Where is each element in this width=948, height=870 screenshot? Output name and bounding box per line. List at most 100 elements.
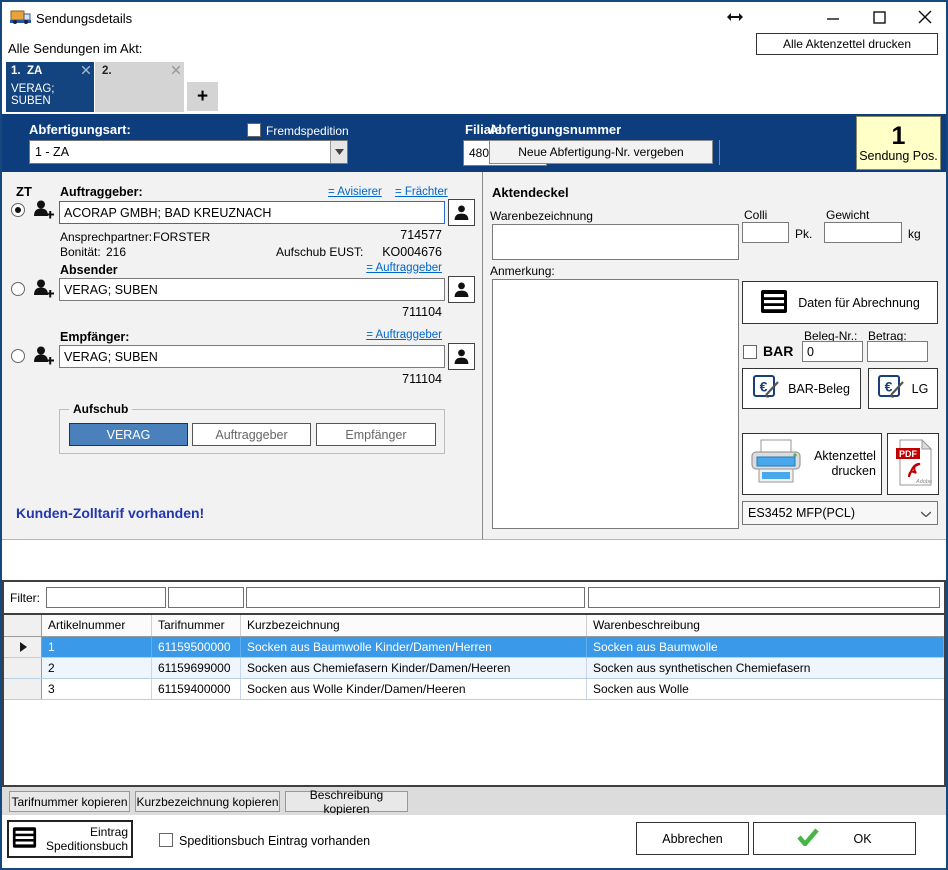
maximize-icon[interactable]	[866, 7, 892, 27]
betrag-input[interactable]	[867, 341, 928, 362]
filter-input-1[interactable]	[46, 587, 166, 608]
colli-input[interactable]	[742, 222, 789, 243]
cell-tarifnummer: 61159500000	[152, 637, 241, 657]
tab-1-close-icon[interactable]	[82, 65, 90, 77]
chevron-down-icon	[921, 506, 937, 520]
empfaenger-input[interactable]	[59, 345, 445, 368]
sendung-pos-label: Sendung Pos.	[859, 149, 938, 163]
column-header-warenbeschreibung[interactable]: Warenbeschreibung	[587, 615, 944, 636]
abbrechen-button[interactable]: Abbrechen	[636, 822, 749, 855]
title-bar: Sendungsdetails	[2, 2, 946, 32]
cell-warenbeschreibung: Socken aus synthetischen Chemiefasern	[587, 658, 944, 678]
abfertigung-toolbar: Abfertigungsart: 1 - ZA Fremdspedition F…	[2, 114, 946, 172]
filter-label: Filter:	[4, 591, 46, 605]
gewicht-label: Gewicht	[826, 208, 869, 222]
aufschub-label: Aufschub	[69, 402, 132, 416]
svg-text:Adobe: Adobe	[915, 479, 932, 485]
tab-1-line2: VERAG;	[11, 83, 94, 95]
gewicht-input[interactable]	[824, 222, 902, 243]
add-contact-icon[interactable]	[32, 277, 55, 303]
column-header-artikelnummer[interactable]: Artikelnummer	[42, 615, 152, 636]
close-icon[interactable]	[912, 7, 938, 27]
dropdown-arrow-icon[interactable]	[330, 141, 347, 163]
toolbar-separator	[719, 140, 720, 165]
kunden-zolltarif-note: Kunden-Zolltarif vorhanden!	[16, 505, 204, 521]
abfertigungsart-label: Abfertigungsart:	[29, 122, 131, 137]
pdf-export-button[interactable]: PDF Adobe	[887, 433, 939, 495]
abfertigungsart-select[interactable]: 1 - ZA	[29, 140, 348, 164]
row-marker-cell	[4, 658, 42, 678]
add-tab-button[interactable]: +	[187, 82, 218, 111]
aufschub-verag-button[interactable]: VERAG	[69, 423, 188, 446]
tab-1-line3: SUBEN	[11, 95, 94, 107]
add-contact-icon[interactable]	[32, 198, 55, 224]
column-header-tarifnummer[interactable]: Tarifnummer	[152, 615, 241, 636]
auftraggeber-input[interactable]	[59, 201, 445, 224]
ok-label: OK	[853, 832, 871, 846]
warenbezeichnung-textarea[interactable]	[492, 224, 739, 260]
empfaenger-auftraggeber-link[interactable]: = Auftraggeber	[366, 329, 442, 341]
eintrag-speditionsbuch-button[interactable]: Eintrag Speditionsbuch	[7, 820, 133, 858]
tab-sendung-2[interactable]: 2.	[95, 62, 184, 112]
absender-label: Absender	[60, 263, 118, 277]
daten-fuer-abrechnung-button[interactable]: Daten für Abrechnung	[742, 281, 938, 324]
fraechter-link[interactable]: = Frächter	[395, 186, 448, 198]
absender-auftraggeber-link[interactable]: = Auftraggeber	[366, 262, 442, 274]
tab-2-close-icon[interactable]	[172, 65, 180, 77]
speditionsbuch-checkbox[interactable]	[159, 833, 173, 847]
table-row[interactable]: 3 61159400000 Socken aus Wolle Kinder/Da…	[4, 679, 944, 700]
aufschub-empfaenger-button[interactable]: Empfänger	[316, 423, 436, 446]
printer-icon	[748, 438, 806, 491]
filter-input-3[interactable]	[246, 587, 585, 608]
cell-artikelnummer: 3	[42, 679, 152, 699]
ansprechpartner-value: FORSTER	[153, 230, 210, 244]
printer-select[interactable]: ES3452 MFP(PCL)	[742, 501, 938, 525]
minimize-icon[interactable]	[820, 7, 846, 27]
neue-abfertigungsnummer-button[interactable]: Neue Abfertigung-Nr. vergeben	[489, 140, 713, 164]
ok-button[interactable]: OK	[753, 822, 916, 855]
fremdspedition-checkbox[interactable]	[247, 123, 261, 137]
kurzbezeichnung-kopieren-button[interactable]: Kurzbezeichnung kopieren	[135, 791, 280, 812]
filter-input-2[interactable]	[168, 587, 244, 608]
resize-arrows-icon[interactable]	[722, 7, 748, 27]
filter-input-4[interactable]	[588, 587, 940, 608]
cell-warenbeschreibung: Socken aus Wolle	[587, 679, 944, 699]
bar-beleg-button[interactable]: € BAR-Beleg	[742, 368, 861, 409]
table-row[interactable]: 1 61159500000 Socken aus Baumwolle Kinde…	[4, 637, 944, 658]
beschreibung-kopieren-button[interactable]: Beschreibung kopieren	[285, 791, 408, 812]
lg-button[interactable]: € LG	[868, 368, 938, 409]
euro-document-icon: €	[878, 375, 905, 403]
tarifnummer-kopieren-button[interactable]: Tarifnummer kopieren	[9, 791, 130, 812]
absender-contact-button[interactable]	[448, 276, 475, 303]
tab-sendung-1[interactable]: 1. ZA VERAG; SUBEN	[6, 62, 94, 112]
column-header-kurzbezeichnung[interactable]: Kurzbezeichnung	[241, 615, 587, 636]
tab-1-code: ZA	[27, 65, 42, 77]
add-contact-icon[interactable]	[32, 344, 55, 370]
beleg-nr-input[interactable]	[802, 341, 863, 362]
aktenzettel-drucken-button[interactable]: Aktenzettel drucken	[742, 433, 882, 495]
anmerkung-textarea[interactable]	[492, 279, 739, 529]
empfaenger-label: Empfänger:	[60, 330, 129, 344]
grid-empty-area	[4, 700, 944, 785]
auftraggeber-radio[interactable]	[11, 203, 25, 217]
person-icon	[453, 204, 470, 221]
person-icon	[453, 348, 470, 365]
aufschub-auftraggeber-button[interactable]: Auftraggeber	[192, 423, 311, 446]
empfaenger-contact-button[interactable]	[448, 343, 475, 370]
absender-radio[interactable]	[11, 282, 25, 296]
avisierer-link[interactable]: = Avisierer	[328, 186, 382, 198]
alle-aktenzettel-drucken-button[interactable]: Alle Aktenzettel drucken	[756, 33, 938, 55]
cell-artikelnummer: 1	[42, 637, 152, 657]
table-row[interactable]: 2 61159699000 Socken aus Chemiefasern Ki…	[4, 658, 944, 679]
svg-text:PDF: PDF	[899, 449, 918, 459]
cell-warenbeschreibung: Socken aus Baumwolle	[587, 637, 944, 657]
svg-text:€: €	[760, 378, 768, 394]
bar-checkbox[interactable]	[743, 345, 757, 359]
auftraggeber-contact-button[interactable]	[448, 199, 475, 226]
colli-label: Colli	[744, 208, 767, 222]
green-check-icon	[797, 828, 819, 849]
empfaenger-radio[interactable]	[11, 349, 25, 363]
absender-input[interactable]	[59, 278, 445, 301]
warenbezeichnung-label: Warenbezeichnung	[490, 209, 593, 223]
sendung-pos-indicator: 1 Sendung Pos.	[856, 116, 941, 170]
